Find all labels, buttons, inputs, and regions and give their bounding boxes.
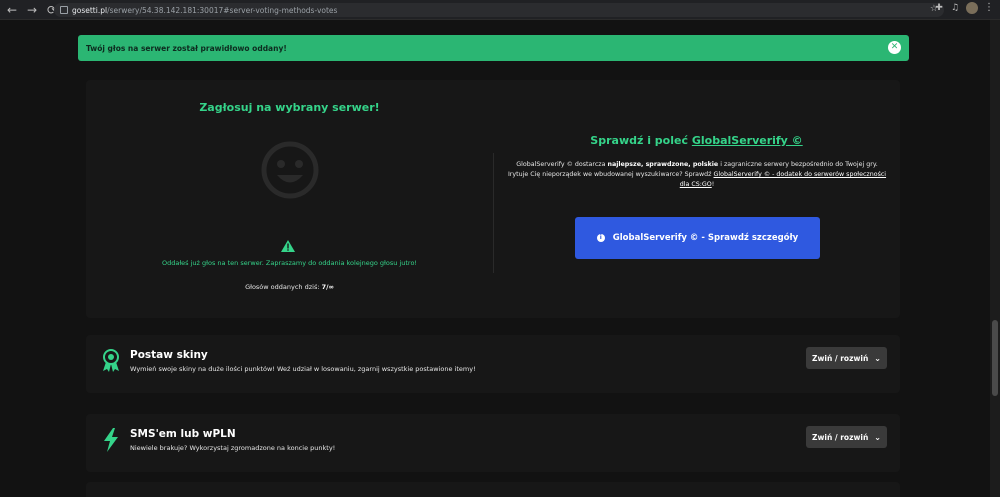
lock-icon [60,6,68,14]
desc-bold: najlepsze, sprawdzone, polskie [607,161,719,168]
globalserverify-title-link[interactable]: GlobalServerify © [692,134,803,147]
panel-divider [493,153,494,273]
section-subtitle: Wymień swoje skiny na duże ilości punktó… [130,365,476,373]
section-title: SMS'em lub wPLN [130,428,236,440]
info-icon: i [596,234,605,242]
votes-today: Głosów oddanych dziś: 7/∞ [86,283,493,291]
vote-info-text: Oddałeś już głos na ten serwer. Zaprasza… [161,259,418,267]
section-sms-wpln: SMS'em lub wPLN Niewiele brakuje? Wykorz… [86,414,900,472]
desc-link[interactable]: GlobalServerify © - dodatek do serwerów … [680,171,886,188]
browser-toolbar: ← → ⟳ gosetti.pl/serwery/54.38.142.181:3… [0,0,1000,20]
alert-message: Twój głos na serwer został prawidłowo od… [86,43,287,53]
menu-kebab-icon[interactable]: ⋮ [984,3,994,13]
toggle-button[interactable]: Zwiń / rozwiń ⌄ [806,426,887,448]
globalserverify-title-prefix: Sprawdź i poleć [590,134,688,147]
globalserverify-button-label: GlobalServerify © - Sprawdź szczegóły [612,233,799,243]
votes-today-value: 7/∞ [321,283,334,291]
globalserverify-details-button[interactable]: i GlobalServerify © - Sprawdź szczegóły [575,217,820,259]
url-path: /serwery/54.38.142.181:30017#server-voti… [107,5,338,15]
desc-part1: GlobalServerify © dostarcza [516,161,606,168]
vote-title: Zagłosuj na wybrany serwer! [199,101,380,114]
section-subtitle: Niewiele brakuje? Wykorzystaj zgromadzon… [130,444,336,452]
close-icon[interactable]: ✕ [888,41,901,54]
forward-icon[interactable]: → [24,2,40,18]
award-icon [103,349,119,372]
back-icon[interactable]: ← [4,2,20,18]
vote-panel: Zagłosuj na wybrany serwer! Oddałeś już … [86,80,900,318]
extensions-icon[interactable]: ✚ [934,3,944,13]
address-bar[interactable]: gosetti.pl/serwery/54.38.142.181:30017#s… [54,3,944,17]
success-alert: Twój głos na serwer został prawidłowo od… [78,35,909,61]
profile-avatar[interactable] [966,2,978,14]
smiley-icon [261,141,319,199]
chevron-down-icon: ⌄ [874,353,881,363]
browser-actions: ✚ ♫ ⋮ [934,2,994,14]
votes-today-label: Głosów oddanych dziś: [245,283,320,291]
toggle-label: Zwiń / rozwiń [812,432,869,442]
globalserverify-description: GlobalServerify © dostarcza najlepsze, s… [506,160,888,190]
toggle-label: Zwiń / rozwiń [812,353,869,363]
media-icon[interactable]: ♫ [950,3,960,13]
desc-end: ! [711,181,715,188]
section-title: Postaw skiny [130,349,208,361]
globalserverify-title: Sprawdź i poleć GlobalServerify © [493,134,900,147]
toggle-button[interactable]: Zwiń / rozwiń ⌄ [806,347,887,369]
section-next-partial [86,482,900,497]
chevron-down-icon: ⌄ [874,432,881,442]
scrollbar-thumb[interactable] [992,320,998,396]
warning-icon [281,240,295,252]
page-scrollbar[interactable] [990,20,1000,497]
url-host: gosetti.pl [72,5,108,15]
lightning-icon [104,428,118,452]
section-postaw-skiny: Postaw skiny Wymień swoje skiny na duże … [86,335,900,393]
